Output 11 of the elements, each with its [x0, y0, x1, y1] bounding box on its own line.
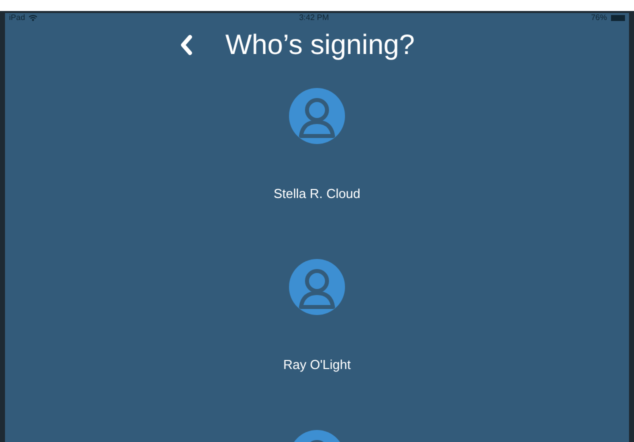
- avatar-icon[interactable]: [289, 88, 345, 144]
- back-chevron-icon[interactable]: [179, 34, 194, 56]
- device-name: iPad: [9, 14, 26, 22]
- clock-time: 3:42 PM: [299, 14, 329, 22]
- avatar-icon[interactable]: [288, 259, 345, 315]
- page-title: Who’s signing?: [225, 31, 415, 59]
- wifi-icon: [29, 14, 38, 20]
- signer-name[interactable]: Stella R. Cloud: [274, 184, 360, 204]
- signer-name[interactable]: Ray O'Light: [283, 355, 351, 374]
- battery-percent: 76%: [590, 14, 607, 22]
- battery-icon: [610, 14, 625, 20]
